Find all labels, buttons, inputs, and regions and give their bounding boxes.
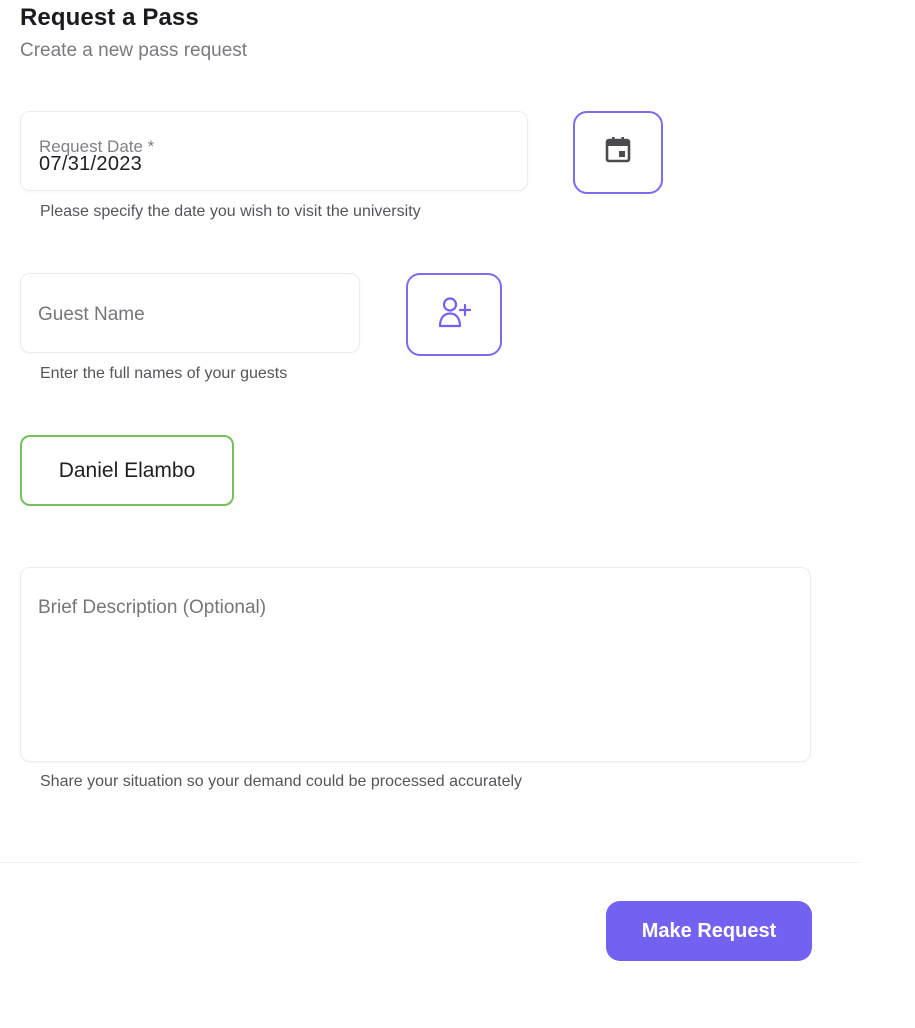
guest-chip[interactable]: Daniel Elambo bbox=[20, 435, 234, 506]
request-date-helper: Please specify the date you wish to visi… bbox=[40, 203, 421, 220]
page-subtitle: Create a new pass request bbox=[20, 40, 248, 61]
request-date-field[interactable]: Request Date * 07/31/2023 bbox=[20, 111, 528, 191]
person-add-icon bbox=[436, 294, 472, 335]
request-date-value[interactable]: 07/31/2023 bbox=[39, 153, 142, 176]
guest-name-helper: Enter the full names of your guests bbox=[40, 365, 288, 382]
calendar-icon bbox=[604, 135, 632, 170]
divider bbox=[0, 862, 860, 863]
add-guest-button[interactable] bbox=[406, 273, 502, 356]
description-field[interactable] bbox=[20, 567, 811, 762]
make-request-button[interactable]: Make Request bbox=[606, 901, 812, 961]
guest-name-field[interactable] bbox=[20, 273, 360, 353]
calendar-button[interactable] bbox=[573, 111, 663, 194]
guest-name-input[interactable] bbox=[38, 303, 338, 327]
description-helper: Share your situation so your demand coul… bbox=[40, 773, 523, 790]
description-input[interactable] bbox=[38, 597, 788, 747]
page-title: Request a Pass bbox=[20, 4, 199, 31]
